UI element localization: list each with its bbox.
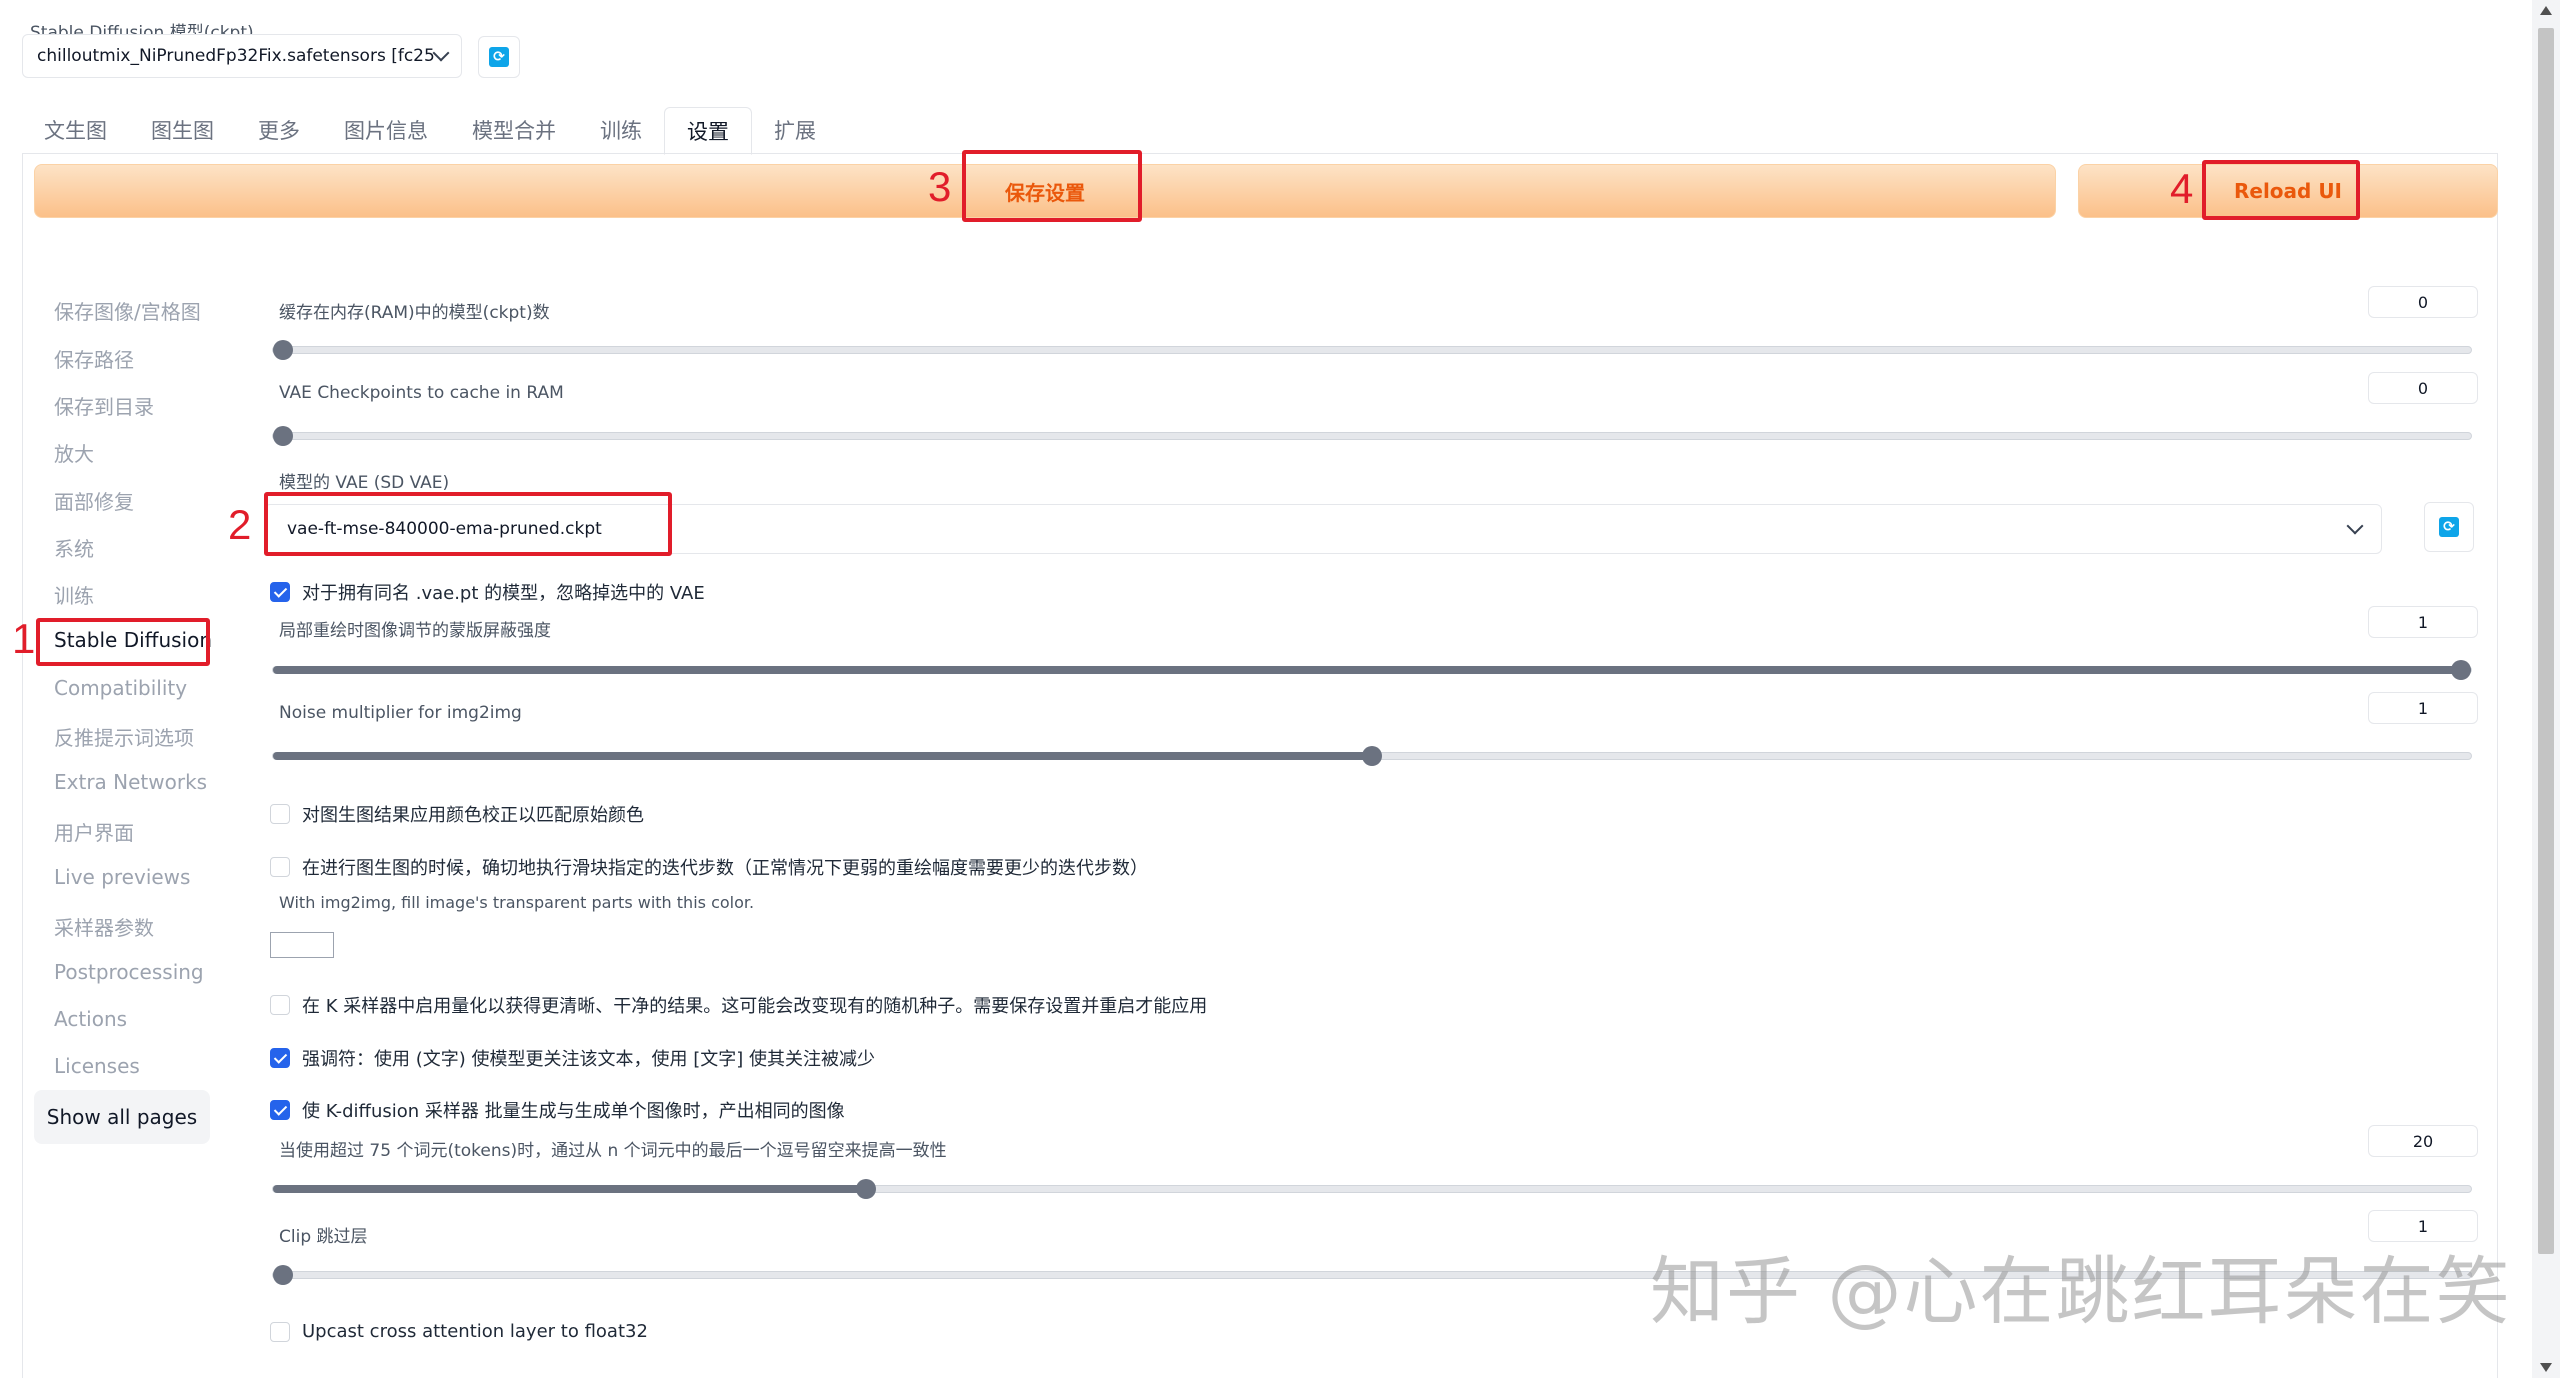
model-select-value: chilloutmix_NiPrunedFp32Fix.safetensors … — [37, 46, 435, 66]
exact-steps-checkbox-row[interactable]: 在进行图生图的时候，确切地执行滑块指定的迭代步数（正常情况下更弱的重绘幅度需要更… — [270, 854, 1148, 880]
sidebar-item-postprocessing[interactable]: Postprocessing — [54, 960, 204, 984]
watermark: 知乎 @心在跳红耳朵在笑 — [1650, 1249, 2512, 1335]
sidebar-item-extra-networks[interactable]: Extra Networks — [54, 770, 207, 794]
upcast-attn-checkbox-row[interactable]: Upcast cross attention layer to float32 — [270, 1321, 648, 1342]
vae-cache-label: VAE Checkpoints to cache in RAM — [279, 383, 564, 403]
sd-vae-refresh-button[interactable]: ⟳ — [2424, 502, 2474, 552]
page-scrollbar[interactable] — [2532, 0, 2560, 1378]
slider-thumb[interactable] — [1362, 746, 1382, 766]
sidebar-item-upscaling[interactable]: 放大 — [54, 438, 94, 467]
slider-thumb[interactable] — [2451, 660, 2471, 680]
comma-padding-slider[interactable] — [272, 1179, 2472, 1199]
annotation-number-1: 1 — [12, 615, 36, 662]
tab-settings[interactable]: 设置 — [664, 107, 752, 155]
scrollbar-thumb[interactable] — [2538, 28, 2554, 1254]
exact-steps-checkbox[interactable] — [270, 857, 290, 877]
ckpt-cache-slider[interactable] — [272, 340, 2472, 360]
sidebar-item-interrogate[interactable]: 反推提示词选项 — [54, 722, 194, 751]
fill-color-picker[interactable] — [270, 932, 334, 958]
upcast-attn-label: Upcast cross attention layer to float32 — [302, 1321, 648, 1342]
sidebar-item-licenses[interactable]: Licenses — [54, 1054, 140, 1078]
sidebar-item-actions[interactable]: Actions — [54, 1007, 127, 1031]
noise-multiplier-label: Noise multiplier for img2img — [279, 703, 522, 723]
slider-fill — [273, 1185, 866, 1193]
quantize-checkbox[interactable] — [270, 995, 290, 1015]
quantize-label: 在 K 采样器中启用量化以获得更清晰、干净的结果。这可能会改变现有的随机种子。需… — [302, 996, 1208, 1017]
slider-thumb[interactable] — [273, 340, 293, 360]
ckpt-cache-label: 缓存在内存(RAM)中的模型(ckpt)数 — [279, 303, 550, 323]
scroll-down-icon[interactable] — [2540, 1363, 2552, 1372]
color-correction-checkbox-row[interactable]: 对图生图结果应用颜色校正以匹配原始颜色 — [270, 801, 644, 827]
batch-cond-checkbox-row[interactable]: 使 K-diffusion 采样器 批量生成与生成单个图像时，产出相同的图像 — [270, 1097, 845, 1123]
slider-fill — [273, 752, 1372, 760]
comma-padding-number[interactable]: 20 — [2368, 1125, 2478, 1157]
annotation-number-4: 4 — [2170, 165, 2194, 212]
refresh-icon: ⟳ — [2439, 517, 2459, 537]
annotation-box-save — [962, 150, 1142, 222]
show-all-pages-button[interactable]: Show all pages — [34, 1090, 210, 1144]
sd-vae-label: 模型的 VAE (SD VAE) — [279, 473, 450, 493]
sidebar-item-face-restoration[interactable]: 面部修复 — [54, 486, 134, 515]
vae-cache-slider[interactable] — [272, 426, 2472, 446]
model-refresh-button[interactable]: ⟳ — [478, 36, 520, 78]
color-correction-checkbox[interactable] — [270, 804, 290, 824]
ignore-vae-checkbox-row[interactable]: 对于拥有同名 .vae.pt 的模型，忽略掉选中的 VAE — [270, 579, 705, 605]
comma-padding-label: 当使用超过 75 个词元(tokens)时，通过从 n 个词元中的最后一个逗号留… — [279, 1141, 947, 1161]
vae-cache-number[interactable]: 0 — [2368, 372, 2478, 404]
tab-txt2img[interactable]: 文生图 — [22, 106, 129, 154]
annotation-number-3: 3 — [928, 163, 952, 210]
sidebar-item-user-interface[interactable]: 用户界面 — [54, 817, 134, 846]
color-correction-label: 对图生图结果应用颜色校正以匹配原始颜色 — [302, 805, 644, 826]
chevron-down-icon — [2346, 517, 2364, 535]
clip-skip-label: Clip 跳过层 — [279, 1227, 368, 1247]
noise-multiplier-slider[interactable] — [272, 746, 2472, 766]
emphasis-checkbox[interactable] — [270, 1048, 290, 1068]
quantize-checkbox-row[interactable]: 在 K 采样器中启用量化以获得更清晰、干净的结果。这可能会改变现有的随机种子。需… — [270, 992, 1207, 1018]
emphasis-checkbox-row[interactable]: 强调符：使用 (文字) 使模型更关注该文本，使用 [文字] 使其关注被减少 — [270, 1045, 875, 1071]
emphasis-label: 强调符：使用 (文字) 使模型更关注该文本，使用 [文字] 使其关注被减少 — [302, 1049, 875, 1070]
inpaint-mask-label: 局部重绘时图像调节的蒙版屏蔽强度 — [279, 621, 551, 641]
settings-panel — [22, 153, 2498, 1378]
noise-multiplier-number[interactable]: 1 — [2368, 692, 2478, 724]
annotation-box-vae — [264, 492, 672, 556]
annotation-number-2: 2 — [228, 501, 252, 548]
scroll-up-icon[interactable] — [2540, 6, 2552, 15]
chevron-down-icon — [432, 44, 450, 62]
tab-extensions[interactable]: 扩展 — [752, 106, 838, 154]
inpaint-mask-slider[interactable] — [272, 660, 2472, 680]
sidebar-item-training[interactable]: 训练 — [54, 580, 94, 609]
tab-png-info[interactable]: 图片信息 — [322, 106, 450, 154]
exact-steps-label: 在进行图生图的时候，确切地执行滑块指定的迭代步数（正常情况下更弱的重绘幅度需要更… — [302, 858, 1148, 879]
tab-bar: 文生图 图生图 更多 图片信息 模型合并 训练 设置 扩展 — [22, 104, 838, 155]
ignore-vae-label: 对于拥有同名 .vae.pt 的模型，忽略掉选中的 VAE — [302, 583, 705, 604]
annotation-box-reload — [2202, 160, 2360, 220]
slider-thumb[interactable] — [273, 426, 293, 446]
slider-thumb[interactable] — [856, 1179, 876, 1199]
batch-cond-checkbox[interactable] — [270, 1100, 290, 1120]
tab-checkpoint-merger[interactable]: 模型合并 — [450, 106, 578, 154]
tab-train[interactable]: 训练 — [578, 106, 664, 154]
sidebar-item-compatibility[interactable]: Compatibility — [54, 676, 187, 700]
fill-color-label: With img2img, fill image's transparent p… — [279, 893, 755, 912]
ignore-vae-checkbox[interactable] — [270, 582, 290, 602]
inpaint-mask-number[interactable]: 1 — [2368, 606, 2478, 638]
tab-img2img[interactable]: 图生图 — [129, 106, 236, 154]
sidebar-item-live-previews[interactable]: Live previews — [54, 865, 190, 889]
tab-extras[interactable]: 更多 — [236, 106, 322, 154]
sidebar-item-saving-images[interactable]: 保存图像/宫格图 — [54, 296, 201, 325]
upcast-attn-checkbox[interactable] — [270, 1321, 290, 1342]
sidebar-item-system[interactable]: 系统 — [54, 533, 94, 562]
slider-fill — [273, 666, 2471, 674]
slider-thumb[interactable] — [273, 1265, 293, 1285]
sidebar-item-sampler-params[interactable]: 采样器参数 — [54, 912, 154, 941]
annotation-box-sidebar — [36, 618, 210, 666]
webui-root: Stable Diffusion 模型(ckpt) chilloutmix_Ni… — [0, 0, 2560, 1378]
sidebar-item-paths[interactable]: 保存路径 — [54, 344, 134, 373]
ckpt-cache-number[interactable]: 0 — [2368, 286, 2478, 318]
refresh-icon: ⟳ — [489, 47, 509, 67]
batch-cond-label: 使 K-diffusion 采样器 批量生成与生成单个图像时，产出相同的图像 — [302, 1101, 845, 1122]
model-select[interactable]: chilloutmix_NiPrunedFp32Fix.safetensors … — [22, 34, 462, 78]
sidebar-item-save-to-dirs[interactable]: 保存到目录 — [54, 391, 154, 420]
